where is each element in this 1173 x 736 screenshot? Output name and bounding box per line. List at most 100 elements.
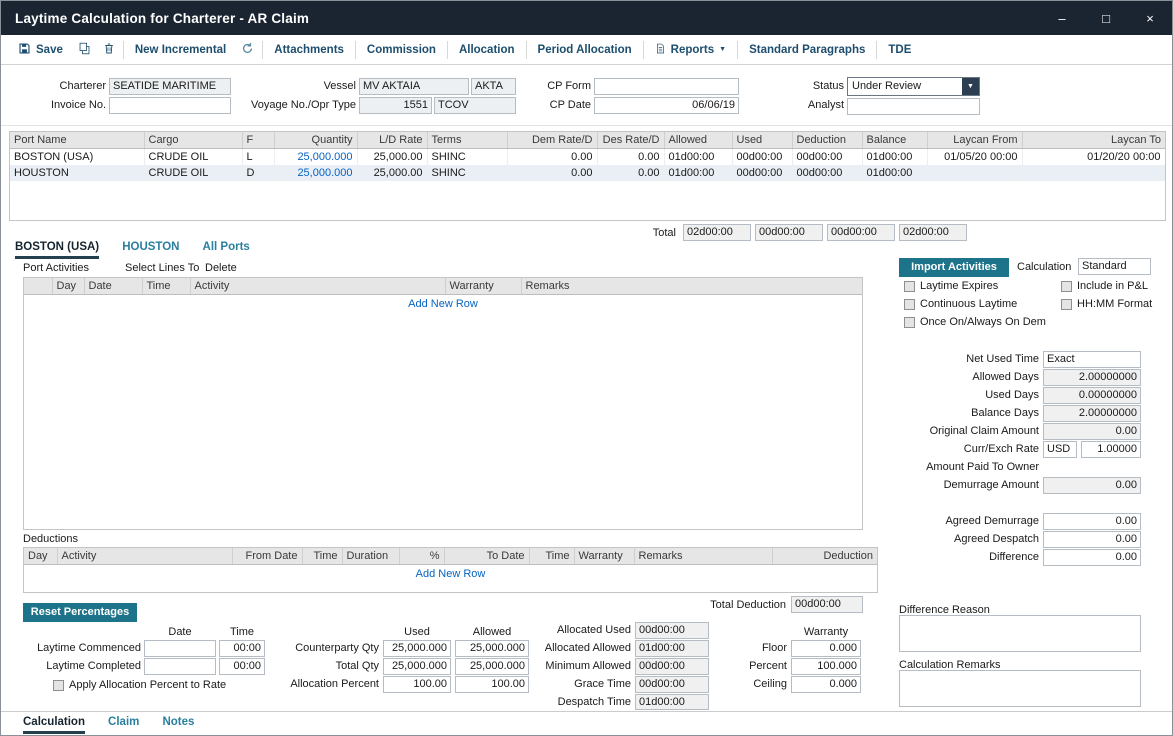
opr-type-field[interactable]: TCOV	[434, 97, 516, 114]
quantity-link[interactable]: 25,000.000	[297, 151, 352, 163]
analyst-field[interactable]	[847, 98, 980, 115]
delete-button[interactable]	[97, 42, 121, 58]
allowed-days-label: Allowed Days	[889, 369, 1039, 386]
commission-button[interactable]: Commission	[358, 44, 445, 56]
ceiling-field[interactable]: 0.000	[791, 676, 861, 693]
grace-time-label: Grace Time	[543, 676, 631, 693]
currency-field[interactable]: USD	[1043, 441, 1077, 458]
agreed-despatch-field[interactable]: 0.00	[1043, 531, 1141, 548]
allocated-used-field: 00d00:00	[635, 622, 709, 639]
add-new-row-link[interactable]: Add New Row	[24, 295, 862, 310]
col-header-quantity[interactable]: Quantity	[274, 132, 357, 149]
laytime-expires-checkbox[interactable]: Laytime Expires	[904, 280, 998, 292]
col-header-percent: %	[399, 548, 444, 565]
include-in-pl-checkbox[interactable]: Include in P&L	[1061, 280, 1148, 292]
col-header-cargo[interactable]: Cargo	[144, 132, 242, 149]
calculation-field[interactable]: Standard	[1078, 258, 1151, 275]
attachments-button[interactable]: Attachments	[265, 44, 353, 56]
floor-field[interactable]: 0.000	[791, 640, 861, 657]
allocation-percent-allowed-field[interactable]: 100.00	[455, 676, 529, 693]
col-header-balance[interactable]: Balance	[862, 132, 927, 149]
allocation-button[interactable]: Allocation	[450, 44, 524, 56]
close-button[interactable]: ×	[1128, 1, 1172, 35]
standard-paragraphs-button[interactable]: Standard Paragraphs	[740, 44, 874, 56]
copy-button[interactable]	[72, 42, 97, 58]
tab-all-ports[interactable]: All Ports	[203, 241, 250, 256]
grid-cell: SHINC	[427, 149, 507, 166]
grid-cell: 00d00:00	[792, 165, 862, 181]
cp-form-field[interactable]	[594, 78, 739, 95]
grid-cell: 25,000.00	[357, 165, 427, 181]
tab-calculation[interactable]: Calculation	[23, 716, 85, 734]
period-allocation-button[interactable]: Period Allocation	[529, 44, 641, 56]
maximize-button[interactable]: □	[1084, 1, 1128, 35]
col-header-laycan-to[interactable]: Laycan To	[1022, 132, 1165, 149]
save-button[interactable]: Save	[9, 42, 72, 58]
col-header-des-rate[interactable]: Des Rate/D	[597, 132, 664, 149]
total-qty-used-field[interactable]: 25,000.000	[383, 658, 451, 675]
tab-claim[interactable]: Claim	[108, 716, 139, 731]
once-on-dem-checkbox[interactable]: Once On/Always On Dem	[904, 316, 1046, 328]
toolbar-separator	[876, 41, 877, 59]
calculation-label: Calculation	[1017, 259, 1071, 276]
laytime-completed-time-field[interactable]: 00:00	[219, 658, 265, 675]
col-header-ld-rate[interactable]: L/D Rate	[357, 132, 427, 149]
delete-lines-button[interactable]: Delete	[205, 260, 237, 277]
tab-boston-usa[interactable]: BOSTON (USA)	[15, 241, 99, 259]
hhmm-format-checkbox[interactable]: HH:MM Format	[1061, 298, 1152, 310]
counterparty-qty-used-field[interactable]: 25,000.000	[383, 640, 451, 657]
vessel-name-field[interactable]: MV AKTAIA	[359, 78, 469, 95]
tde-button[interactable]: TDE	[879, 44, 920, 56]
add-new-row-link[interactable]: Add New Row	[24, 565, 877, 580]
difference-reason-textarea[interactable]	[899, 615, 1141, 652]
tab-houston[interactable]: HOUSTON	[122, 241, 179, 256]
charterer-field[interactable]: SEATIDE MARITIME	[109, 78, 231, 95]
total-qty-label: Total Qty	[269, 658, 379, 675]
col-header-terms[interactable]: Terms	[427, 132, 507, 149]
counterparty-qty-allowed-field[interactable]: 25,000.000	[455, 640, 529, 657]
percent-label: Percent	[715, 658, 787, 675]
cp-date-field[interactable]: 06/06/19	[594, 97, 739, 114]
port-row-houston[interactable]: HOUSTON CRUDE OIL D 25,000.000 25,000.00…	[10, 165, 1165, 181]
col-header-port-name[interactable]: Port Name	[10, 132, 144, 149]
col-header-day: Day	[52, 278, 84, 295]
curr-exch-rate-label: Curr/Exch Rate	[889, 441, 1039, 458]
tab-notes[interactable]: Notes	[162, 716, 194, 731]
select-lines-to-button[interactable]: Select Lines To	[125, 260, 199, 277]
col-header-remarks: Remarks	[521, 278, 862, 295]
reset-percentages-button[interactable]: Reset Percentages	[23, 603, 137, 622]
status-select[interactable]: Under Review ▼	[847, 77, 980, 96]
col-header-time2: Time	[529, 548, 574, 565]
col-header-deduction[interactable]: Deduction	[792, 132, 862, 149]
col-header-laycan-from[interactable]: Laycan From	[927, 132, 1022, 149]
exch-rate-field[interactable]: 1.00000	[1081, 441, 1141, 458]
grid-cell: 00d00:00	[792, 149, 862, 166]
apply-allocation-percent-checkbox[interactable]: Apply Allocation Percent to Rate	[53, 679, 226, 691]
invoice-no-field[interactable]	[109, 97, 231, 114]
quantity-link[interactable]: 25,000.000	[297, 167, 352, 179]
agreed-demurrage-field[interactable]: 0.00	[1043, 513, 1141, 530]
port-row-boston[interactable]: BOSTON (USA) CRUDE OIL L 25,000.000 25,0…	[10, 149, 1165, 166]
net-used-time-field[interactable]: Exact	[1043, 351, 1141, 368]
total-qty-allowed-field[interactable]: 25,000.000	[455, 658, 529, 675]
original-claim-amount-field: 0.00	[1043, 423, 1141, 440]
reports-menu-button[interactable]: Reports ▼	[646, 42, 735, 58]
col-header-f[interactable]: F	[242, 132, 274, 149]
minimize-button[interactable]: –	[1040, 1, 1084, 35]
new-incremental-button[interactable]: New Incremental	[126, 44, 235, 56]
continuous-laytime-checkbox[interactable]: Continuous Laytime	[904, 298, 1017, 310]
calculation-remarks-textarea[interactable]	[899, 670, 1141, 707]
laytime-commenced-time-field[interactable]: 00:00	[219, 640, 265, 657]
laytime-commenced-date-field[interactable]	[144, 640, 216, 657]
laytime-completed-date-field[interactable]	[144, 658, 216, 675]
voyage-no-field[interactable]: 1551	[359, 97, 432, 114]
col-header-dem-rate[interactable]: Dem Rate/D	[507, 132, 597, 149]
percent-field[interactable]: 100.000	[791, 658, 861, 675]
allocation-percent-used-field[interactable]: 100.00	[383, 676, 451, 693]
import-activities-button[interactable]: Import Activities	[899, 258, 1009, 277]
refresh-button[interactable]	[235, 42, 260, 58]
col-header-allowed[interactable]: Allowed	[664, 132, 732, 149]
col-header-used[interactable]: Used	[732, 132, 792, 149]
original-claim-amount-label: Original Claim Amount	[889, 423, 1039, 440]
port-tabs: BOSTON (USA) HOUSTON All Ports	[15, 241, 270, 259]
